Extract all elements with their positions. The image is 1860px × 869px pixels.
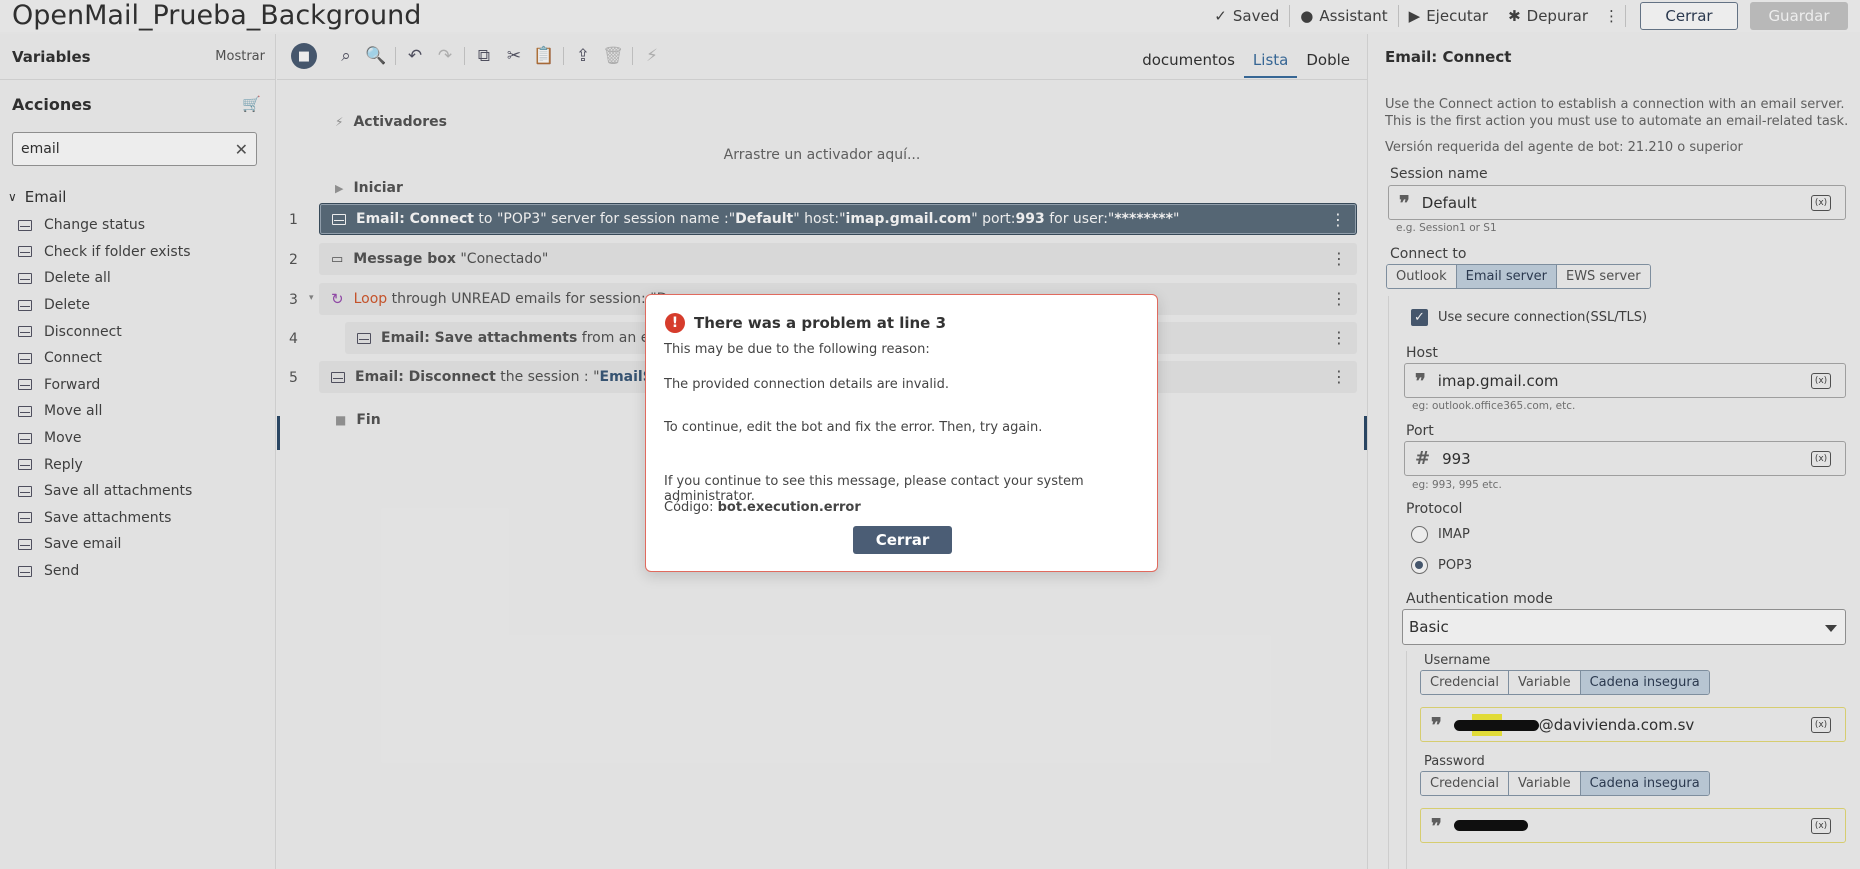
- error-icon: !: [665, 313, 685, 333]
- dialog-reason: The provided connection details are inva…: [664, 377, 949, 392]
- dialog-title: ! There was a problem at line 3: [665, 313, 946, 333]
- error-dialog: ! There was a problem at line 3 This may…: [645, 294, 1158, 572]
- dialog-close-button[interactable]: Cerrar: [853, 526, 952, 554]
- dialog-instruction: To continue, edit the bot and fix the er…: [664, 420, 1043, 435]
- dialog-error-code: Código: bot.execution.error: [664, 500, 861, 515]
- dialog-reason-intro: This may be due to the following reason:: [664, 342, 930, 357]
